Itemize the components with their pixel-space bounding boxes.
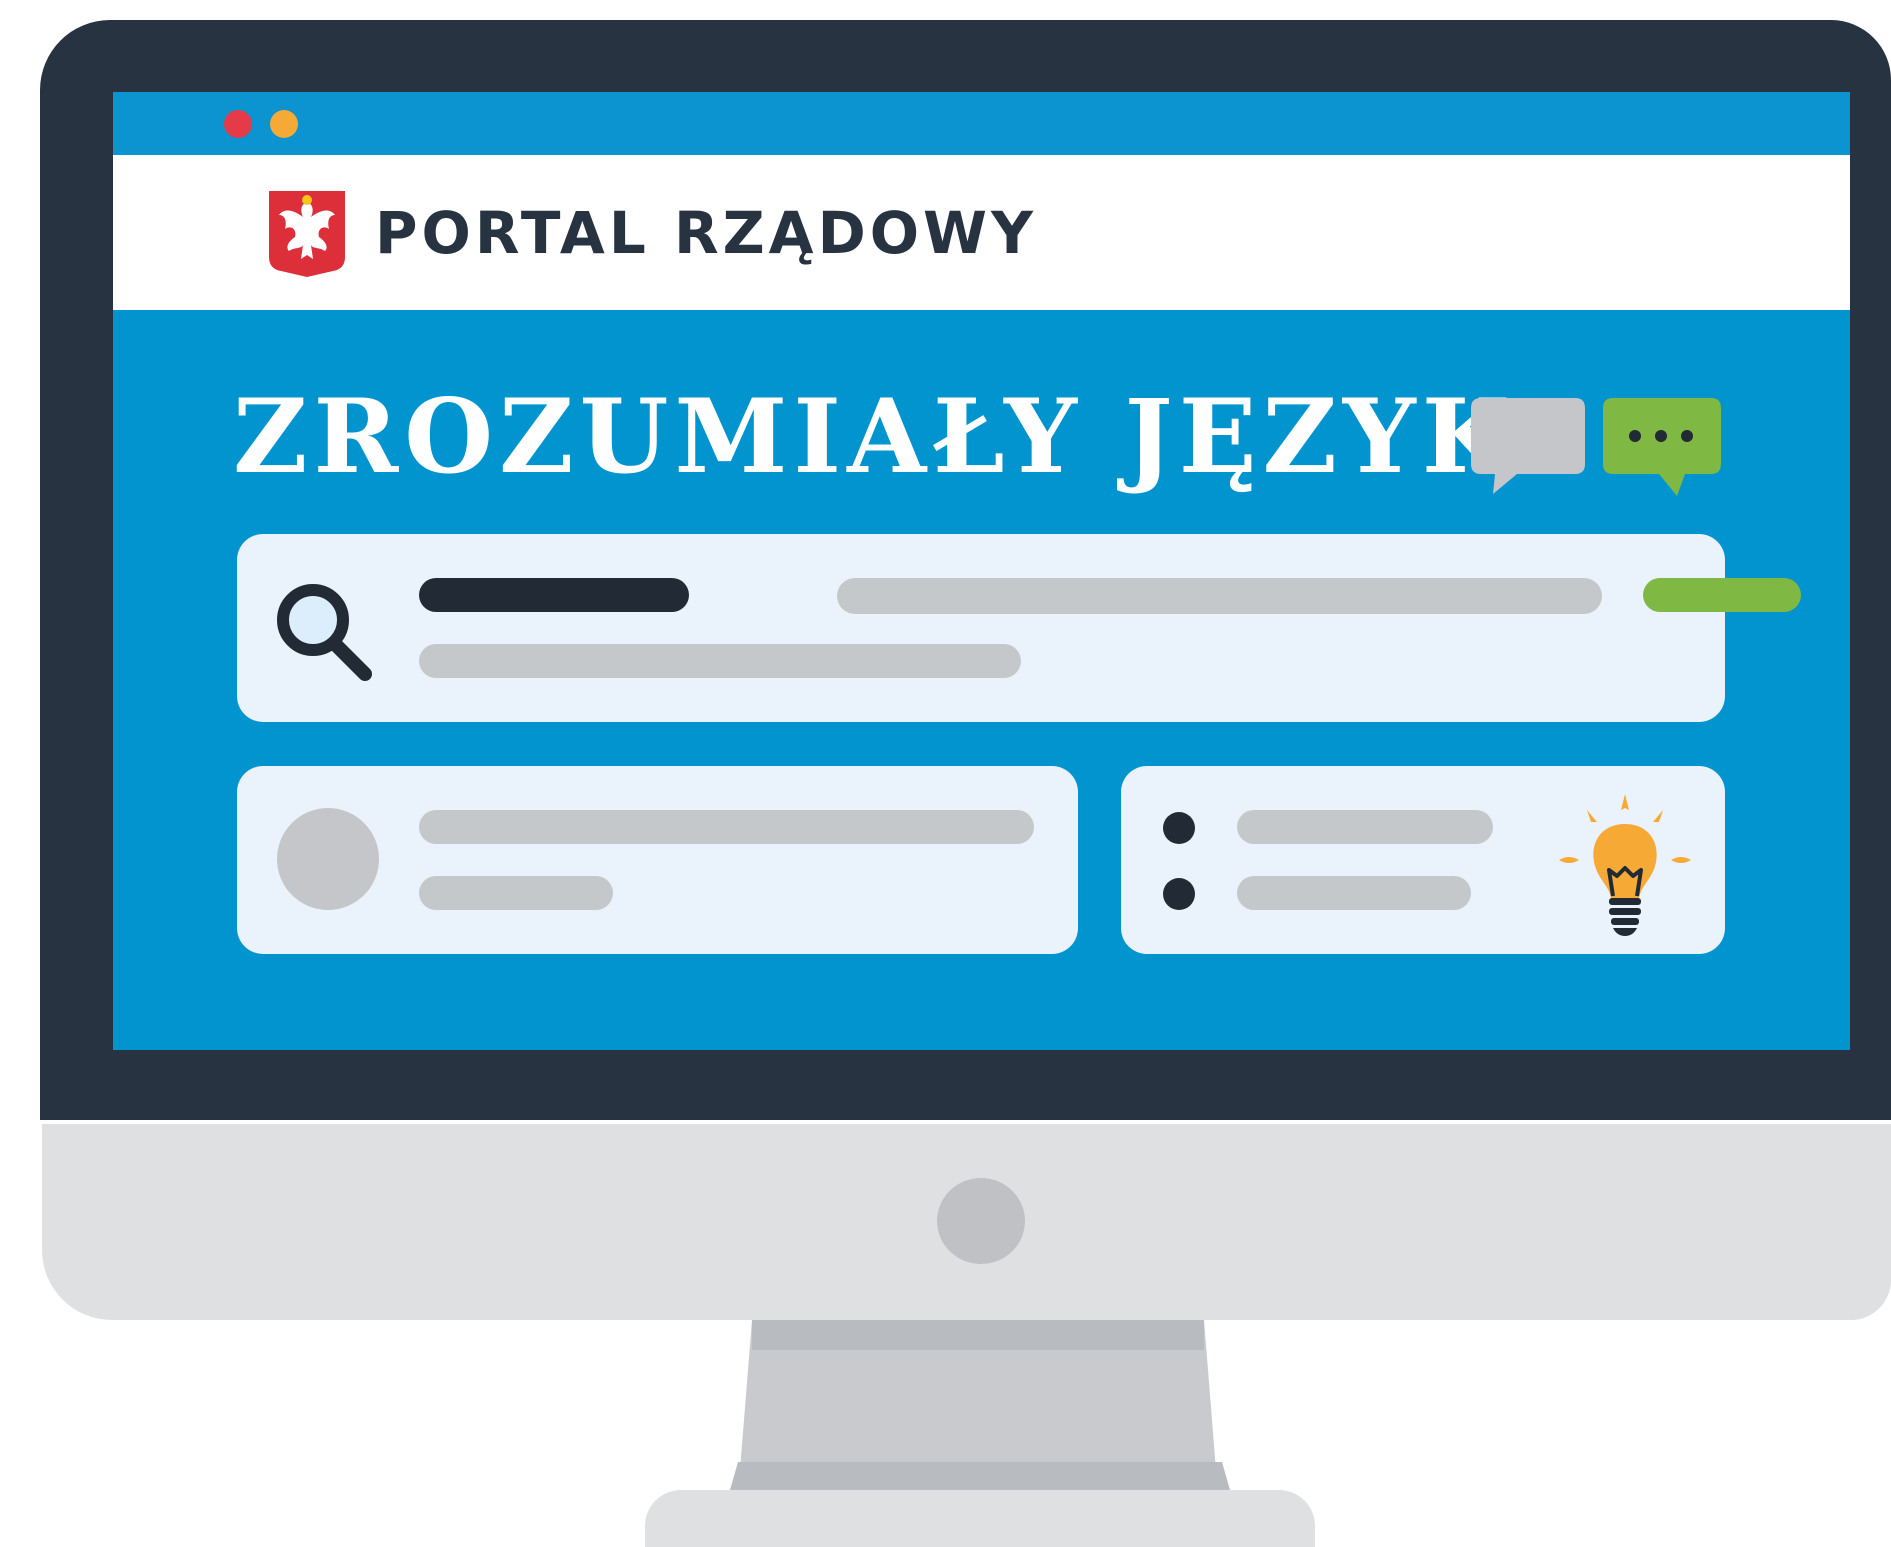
monitor-base <box>645 1490 1315 1547</box>
polish-eagle-emblem-icon[interactable] <box>267 189 347 279</box>
monitor-stand-shadow <box>730 1462 1230 1490</box>
placeholder-line-highlight <box>1643 578 1801 612</box>
placeholder-line <box>419 644 1021 678</box>
speech-bubble-icon[interactable] <box>1467 394 1589 498</box>
search-card[interactable] <box>237 534 1801 722</box>
list-card[interactable] <box>1121 766 1725 954</box>
monitor-stand-shadow <box>752 1320 1204 1350</box>
placeholder-line <box>419 876 613 910</box>
browser-window: PORTAL RZĄDOWY ZROZUMIAŁY JĘZYK <box>113 92 1850 1050</box>
page-title: ZROZUMIAŁY JĘZYK <box>233 377 1517 497</box>
placeholder-line <box>1237 876 1471 910</box>
placeholder-line <box>419 578 689 612</box>
window-titlebar <box>113 92 1850 155</box>
portal-title[interactable]: PORTAL RZĄDOWY <box>375 193 1037 273</box>
chat-typing-icon[interactable] <box>1601 394 1725 500</box>
search-icon[interactable] <box>275 578 379 686</box>
window-minimize-button[interactable] <box>270 110 298 138</box>
placeholder-line <box>1237 810 1493 844</box>
monitor-logo-button <box>937 1178 1025 1264</box>
lightbulb-icon <box>1559 794 1691 936</box>
profile-card[interactable] <box>237 766 1078 954</box>
list-bullet <box>1163 878 1195 910</box>
site-header: PORTAL RZĄDOWY <box>113 155 1850 310</box>
list-bullet <box>1163 812 1195 844</box>
placeholder-line <box>419 810 1034 844</box>
avatar <box>277 808 379 910</box>
window-close-button[interactable] <box>224 110 252 138</box>
placeholder-line <box>837 578 1602 614</box>
